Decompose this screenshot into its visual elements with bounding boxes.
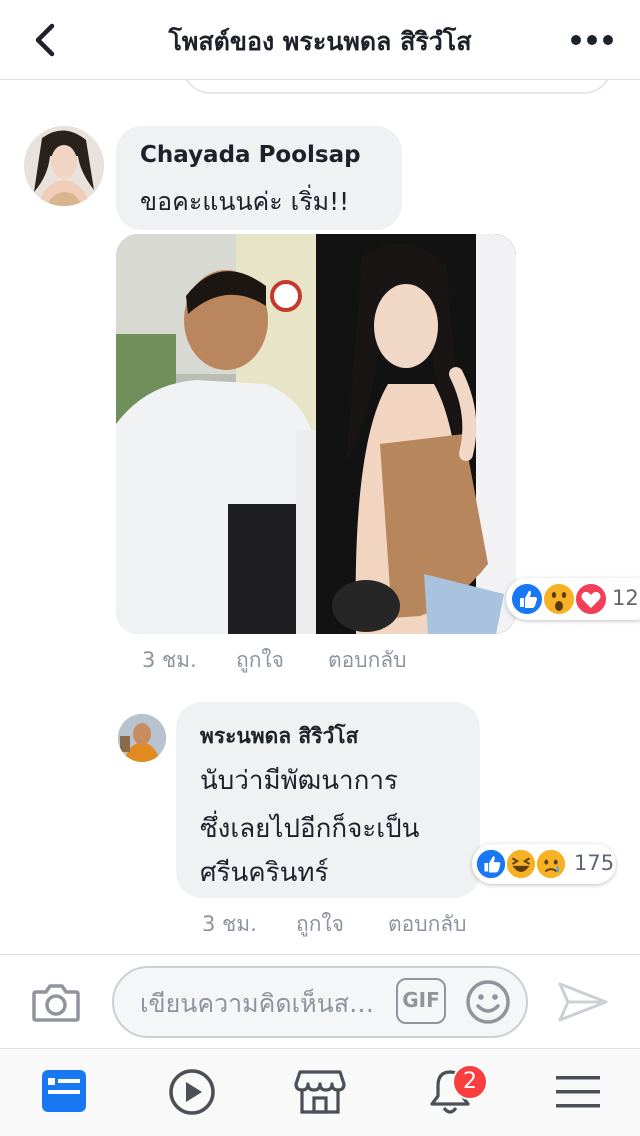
- watch-icon[interactable]: [166, 1066, 218, 1118]
- reaction-count: 125: [612, 586, 640, 610]
- gif-button[interactable]: GIF: [396, 978, 446, 1024]
- comment-text-line: ซึ่งเลยไปอีกก็จะเป็น: [200, 814, 420, 844]
- like-link[interactable]: ถูกใจ: [236, 644, 284, 677]
- like-link[interactable]: ถูกใจ: [296, 908, 344, 941]
- comment-input-placeholder[interactable]: เขียนความคิดเห็นสาธารณะ...: [140, 984, 384, 1024]
- sad-icon: [535, 848, 567, 880]
- avatar-photo-icon: [24, 126, 104, 206]
- camera-icon[interactable]: [30, 976, 82, 1028]
- notification-badge: 2: [452, 1064, 488, 1100]
- avatar-photo-icon: [118, 714, 166, 762]
- more-horizontal-icon[interactable]: [570, 26, 614, 54]
- reaction-summary[interactable]: 175: [472, 844, 616, 884]
- avatar[interactable]: [24, 126, 104, 206]
- like-icon: [475, 848, 507, 880]
- haha-icon: [505, 848, 537, 880]
- comment-photo[interactable]: [116, 234, 516, 634]
- comment-timestamp: 3 ชม.: [142, 648, 197, 672]
- chevron-left-icon[interactable]: [28, 20, 68, 60]
- reply-link[interactable]: ตอบกลับ: [388, 908, 467, 941]
- love-icon: [574, 582, 608, 616]
- comparison-photo-icon: [116, 234, 516, 634]
- reply-link[interactable]: ตอบกลับ: [328, 644, 407, 677]
- comment-text-line: นับว่ามีพัฒนาการ: [200, 766, 398, 796]
- news-feed-icon[interactable]: [40, 1066, 92, 1118]
- gif-label: GIF: [402, 988, 440, 1012]
- page-title: โพสต์ของ พระนพดล สิริวํโส: [168, 27, 472, 56]
- avatar[interactable]: [118, 714, 166, 762]
- emoji-icon[interactable]: [464, 978, 512, 1026]
- comment-text: ขอคะแนนค่ะ เริ่ม!!: [140, 187, 350, 216]
- send-icon[interactable]: [556, 978, 610, 1026]
- comment-author[interactable]: Chayada Poolsap: [140, 142, 361, 168]
- like-icon: [510, 582, 544, 616]
- comment-timestamp: 3 ชม.: [202, 912, 257, 936]
- menu-icon[interactable]: [552, 1066, 604, 1118]
- comment-author[interactable]: พระนพดล สิริวํโส: [200, 720, 358, 753]
- reaction-summary[interactable]: 125: [506, 578, 640, 620]
- wow-icon: [542, 582, 576, 616]
- top-navigation-bar: โพสต์ของ พระนพดล สิริวํโส: [0, 0, 640, 80]
- marketplace-icon[interactable]: [294, 1066, 346, 1118]
- reaction-count: 175: [574, 851, 615, 875]
- comment-text-line: ศรีนครินทร์: [200, 858, 329, 888]
